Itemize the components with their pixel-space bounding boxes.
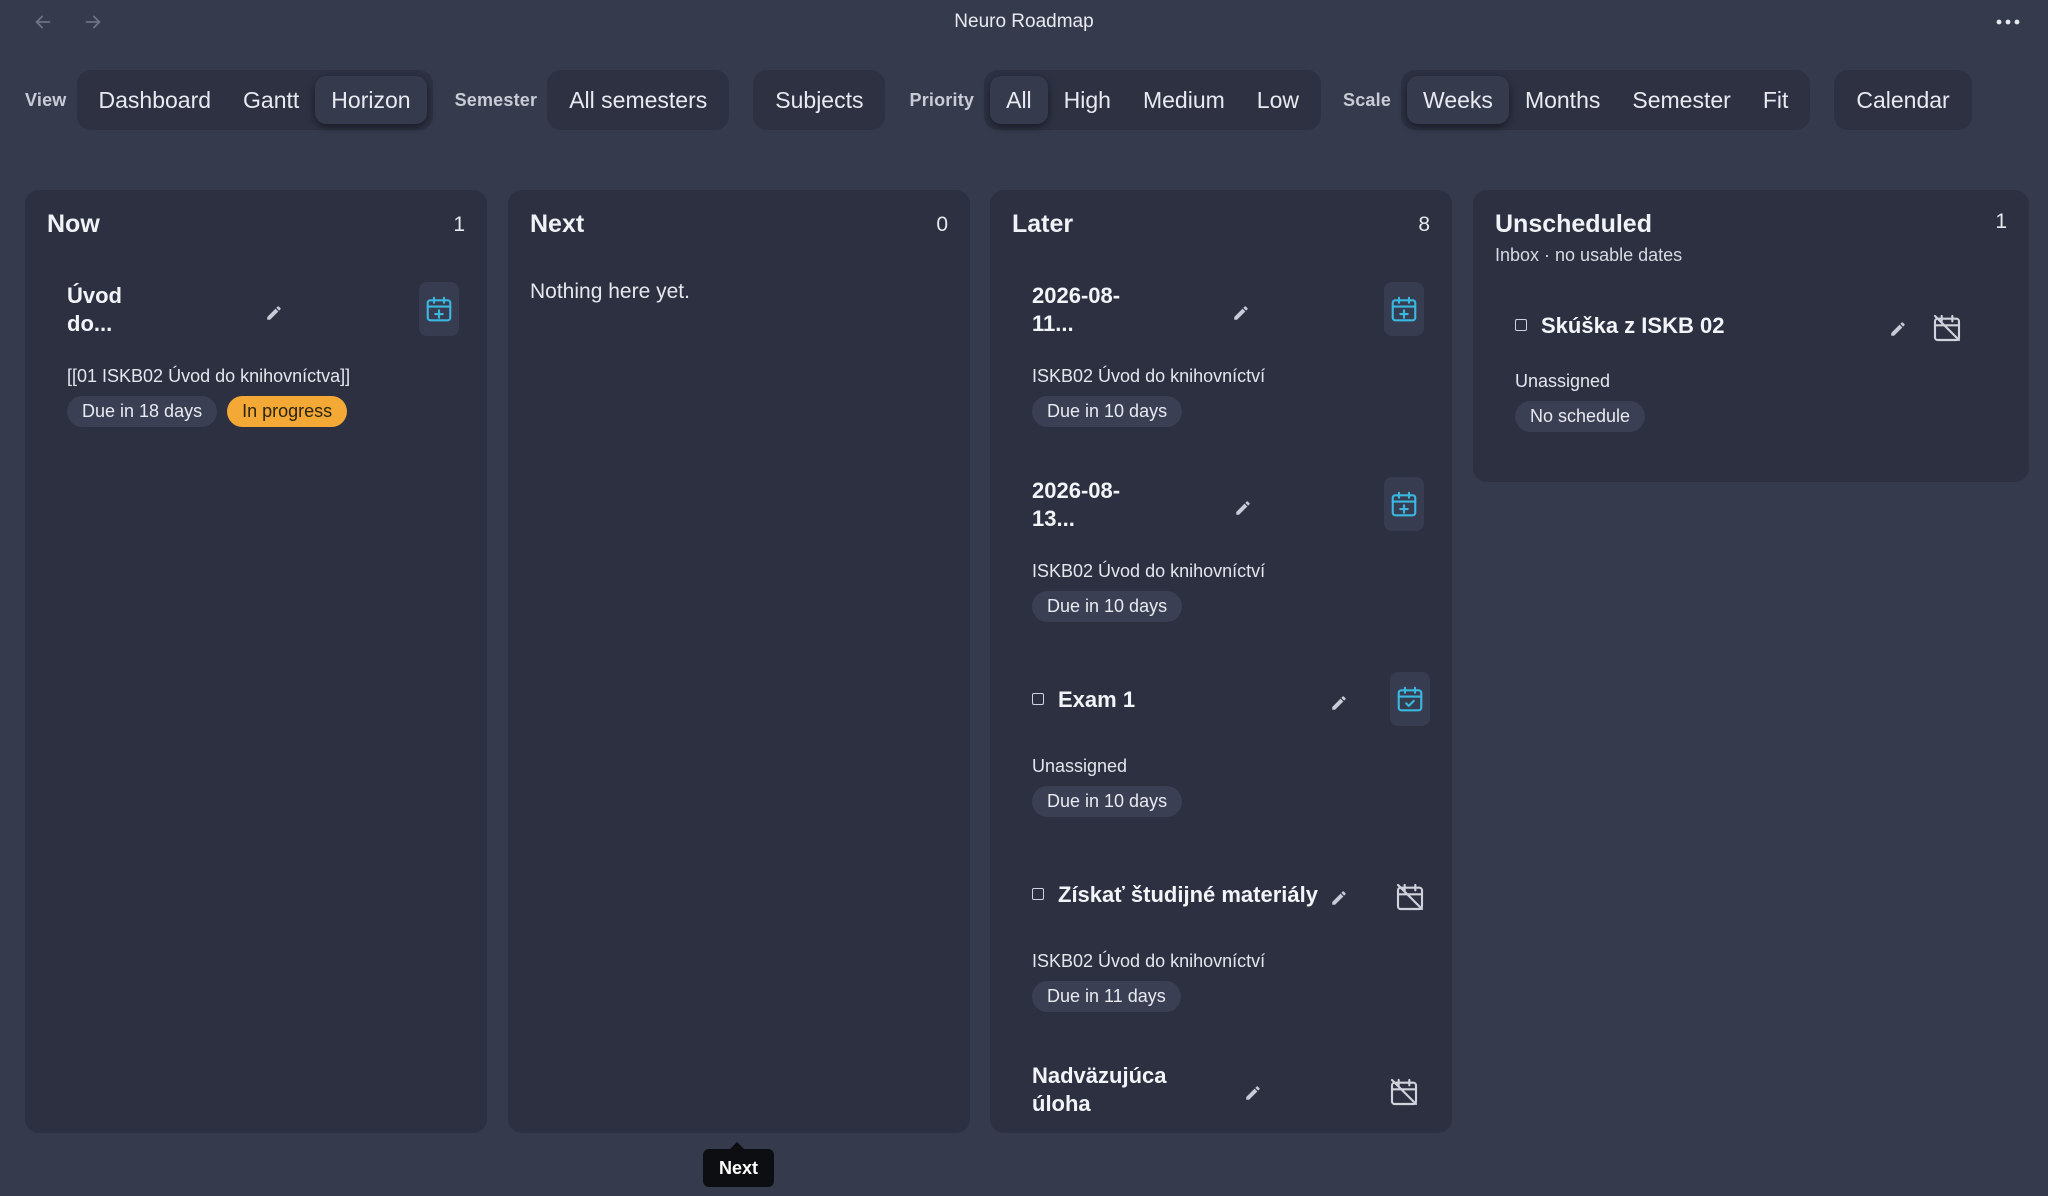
schedule-button[interactable]: [1390, 877, 1430, 917]
task-card[interactable]: 2026-08- 11... ISKB02 Úvod do knihovníct…: [1012, 282, 1430, 432]
schedule-button[interactable]: [1384, 1072, 1424, 1112]
calendar-plus-icon: [1391, 491, 1417, 517]
task-title[interactable]: Exam 1: [1032, 686, 1135, 714]
task-subject[interactable]: ISKB02 Úvod do knihovníctví: [1032, 366, 1265, 387]
task-title[interactable]: 2026-08- 13...: [1032, 477, 1120, 533]
column-count: 1: [453, 213, 465, 236]
task-title[interactable]: Získať študijné materiály: [1032, 881, 1318, 909]
empty-state-message: Nothing here yet.: [530, 280, 690, 303]
task-card[interactable]: Skúška z ISKB 02 Unassigned No schedule: [1495, 298, 2007, 448]
column-subtitle: Inbox · no usable dates: [1495, 245, 1683, 265]
schedule-button[interactable]: [1384, 477, 1424, 531]
task-card[interactable]: Exam 1 Unassigned Due in 10 days: [1012, 672, 1430, 822]
due-badge: Due in 18 days: [67, 396, 218, 427]
calendar-button[interactable]: Calendar: [1840, 76, 1965, 124]
semester-control: All semesters: [547, 70, 730, 130]
column-later: Later 8 2026-08- 11... ISKB02 Úvod do kn…: [990, 190, 1452, 1133]
calendar-off-icon: [1390, 1078, 1418, 1106]
task-checkbox[interactable]: [1515, 319, 1527, 331]
pencil-icon[interactable]: [1232, 304, 1252, 324]
window-title: Neuro Roadmap: [954, 11, 1094, 32]
due-badge: Due in 10 days: [1032, 396, 1183, 427]
task-subject[interactable]: Unassigned: [1515, 371, 1610, 392]
priority-medium-button[interactable]: Medium: [1127, 76, 1241, 124]
schedule-button[interactable]: [419, 282, 459, 336]
status-badge: In progress: [227, 396, 348, 427]
column-title: Now: [47, 210, 100, 238]
due-badge: Due in 11 days: [1032, 981, 1181, 1012]
subjects-control: Subjects: [753, 70, 886, 130]
calendar-plus-icon: [1391, 296, 1417, 322]
task-card[interactable]: Nadväzujúca úloha: [1012, 1062, 1430, 1133]
column-title: Next: [530, 210, 585, 238]
view-dashboard-button[interactable]: Dashboard: [83, 76, 228, 124]
priority-low-button[interactable]: Low: [1241, 76, 1315, 124]
pencil-icon[interactable]: [265, 304, 285, 324]
task-subject[interactable]: ISKB02 Úvod do knihovníctví: [1032, 951, 1265, 972]
column-unscheduled: Unscheduled Inbox · no usable dates 1 Sk…: [1473, 190, 2029, 482]
task-checkbox[interactable]: [1032, 693, 1044, 705]
column-title: Unscheduled: [1495, 210, 1652, 238]
column-title: Later: [1012, 210, 1074, 238]
scale-segmented-control: Weeks Months Semester Fit: [1401, 70, 1811, 130]
view-gantt-button[interactable]: Gantt: [227, 76, 315, 124]
task-title[interactable]: Úvod do...: [67, 282, 122, 338]
pencil-icon[interactable]: [1330, 889, 1350, 909]
scale-semester-button[interactable]: Semester: [1616, 76, 1746, 124]
column-next: Next 0 Nothing here yet.: [508, 190, 970, 1133]
scale-months-button[interactable]: Months: [1509, 76, 1616, 124]
priority-high-button[interactable]: High: [1048, 76, 1127, 124]
pencil-icon[interactable]: [1889, 320, 1909, 340]
pencil-icon[interactable]: [1330, 694, 1350, 714]
semester-select[interactable]: All semesters: [553, 76, 723, 124]
priority-segmented-control: All High Medium Low: [984, 70, 1321, 130]
title-bar: Neuro Roadmap: [0, 0, 2048, 44]
calendar-off-icon: [1396, 883, 1424, 911]
schedule-button[interactable]: [1384, 282, 1424, 336]
more-horizontal-icon: [1996, 19, 2020, 25]
calendar-off-icon: [1933, 314, 1961, 342]
schedule-button[interactable]: [1927, 308, 1967, 348]
task-checkbox[interactable]: [1032, 888, 1044, 900]
more-options-button[interactable]: [1990, 8, 2026, 36]
schedule-badge: No schedule: [1515, 401, 1646, 432]
pencil-icon[interactable]: [1234, 499, 1254, 519]
scale-fit-button[interactable]: Fit: [1747, 76, 1805, 124]
scale-weeks-button[interactable]: Weeks: [1407, 76, 1509, 124]
task-card[interactable]: Úvod do... [[01 ISKB02 Úvod do knihovníc…: [47, 282, 465, 432]
pencil-icon[interactable]: [1244, 1084, 1264, 1104]
task-subject[interactable]: [[01 ISKB02 Úvod do knihovníctva]]: [67, 366, 350, 387]
column-count: 1: [1995, 210, 2007, 233]
task-subject[interactable]: ISKB02 Úvod do knihovníctví: [1032, 561, 1265, 582]
scale-label: Scale: [1343, 89, 1392, 110]
calendar-control: Calendar: [1834, 70, 1972, 130]
column-now: Now 1 Úvod do... [[01 ISKB02 Úvod do kni…: [25, 190, 487, 1133]
column-count: 0: [936, 213, 948, 236]
task-title[interactable]: Nadväzujúca úloha: [1032, 1062, 1167, 1118]
column-count: 8: [1418, 213, 1430, 236]
toolbar: View Dashboard Gantt Horizon Semester Al…: [25, 70, 1972, 130]
priority-all-button[interactable]: All: [990, 76, 1048, 124]
view-segmented-control: Dashboard Gantt Horizon: [76, 70, 433, 130]
calendar-plus-icon: [426, 296, 452, 322]
tooltip: Next: [703, 1142, 775, 1187]
view-horizon-button[interactable]: Horizon: [315, 76, 427, 124]
due-badge: Due in 10 days: [1032, 591, 1183, 622]
task-subject[interactable]: Unassigned: [1032, 756, 1127, 777]
view-label: View: [25, 89, 67, 110]
priority-label: Priority: [909, 89, 975, 110]
task-title[interactable]: 2026-08- 11...: [1032, 282, 1120, 338]
task-title[interactable]: Skúška z ISKB 02: [1515, 312, 1724, 340]
task-card[interactable]: Získať študijné materiály ISKB02 Úvod do…: [1012, 867, 1430, 1017]
task-card[interactable]: 2026-08- 13... ISKB02 Úvod do knihovníct…: [1012, 477, 1430, 627]
schedule-button[interactable]: [1390, 672, 1430, 726]
subjects-button[interactable]: Subjects: [759, 76, 879, 124]
calendar-check-icon: [1397, 686, 1423, 712]
semester-label: Semester: [454, 89, 538, 110]
due-badge: Due in 10 days: [1032, 786, 1183, 817]
